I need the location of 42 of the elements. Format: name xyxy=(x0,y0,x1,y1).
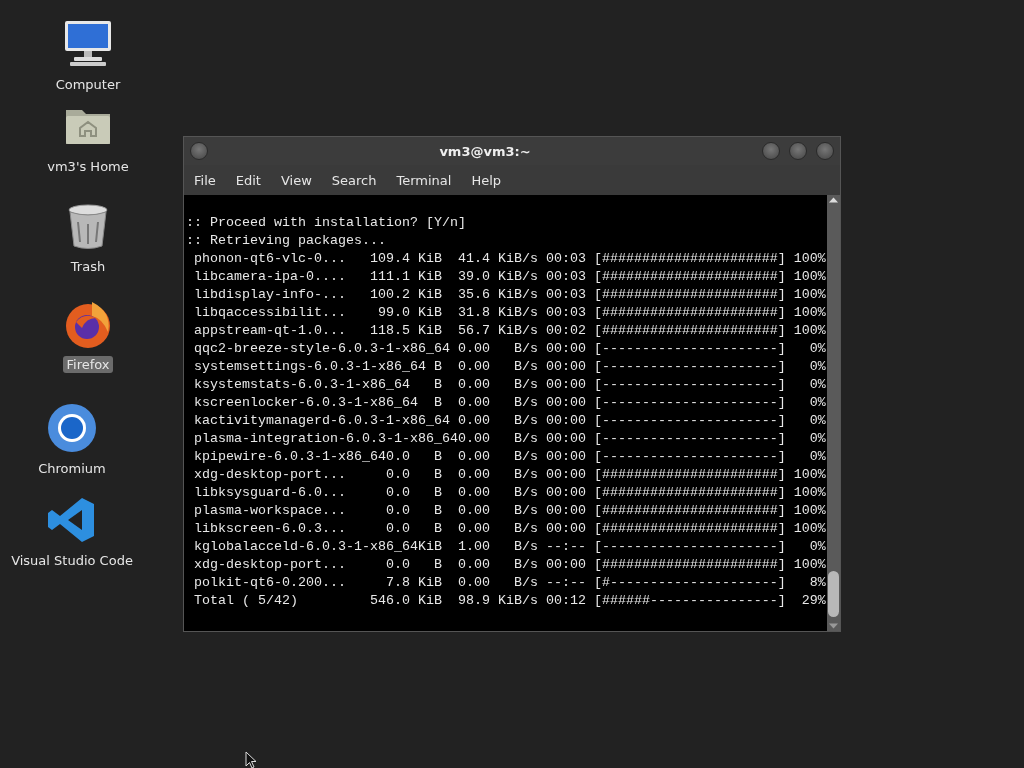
menu-item[interactable]: File xyxy=(186,172,224,188)
terminal-line: Total ( 5/42) 546.0 KiB 98.9 KiB/s 00:12 [######----------------] 29% xyxy=(193,592,827,610)
maximize-button[interactable] xyxy=(789,142,807,160)
terminal-line: :: Retrieving packages... xyxy=(186,232,387,250)
window-menu-button[interactable] xyxy=(190,142,208,160)
minimize-button[interactable] xyxy=(762,142,780,160)
window-title: vm3@vm3:~ xyxy=(438,143,532,159)
terminal-line: kglobalacceld-6.0.3-1-x86_64KiB 1.00 B/s --:-- [----------------------] 0% xyxy=(193,538,827,556)
icon-label[interactable]: Computer xyxy=(52,76,124,93)
icon-label[interactable]: Visual Studio Code xyxy=(8,552,136,569)
icon-label[interactable]: Trash xyxy=(67,258,109,275)
terminal-line: ksystemstats-6.0.3-1-x86_64 B 0.00 B/s 00:00 [----------------------] 0% xyxy=(193,376,827,394)
icon-label[interactable]: Firefox xyxy=(63,356,113,373)
menu-item[interactable]: Search xyxy=(323,172,385,188)
terminal-line: libdisplay-info-... 100.2 KiB 35.6 KiB/s 00:03 [######################] 100% xyxy=(193,286,827,304)
terminal-line: appstream-qt-1.0... 118.5 KiB 56.7 KiB/s 00:02 [######################] 100% xyxy=(193,322,827,340)
mouse-pointer-icon xyxy=(245,751,257,768)
terminal-line: plasma-integration-6.0.3-1-x86_640.00 B/s 00:00 [----------------------] 0% xyxy=(193,430,827,448)
terminal-line: xdg-desktop-port... 0.0 B 0.00 B/s 00:00 [######################] 100% xyxy=(193,466,827,484)
menu-item[interactable]: View xyxy=(272,172,320,188)
terminal-line: kpipewire-6.0.3-1-x86_640.0 B 0.00 B/s 00:00 [----------------------] 0% xyxy=(193,448,827,466)
scrollbar[interactable] xyxy=(827,195,840,631)
menu-item[interactable]: Edit xyxy=(227,172,269,188)
terminal-line: libksysguard-6.0... 0.0 B 0.00 B/s 00:00 [######################] 100% xyxy=(193,484,827,502)
terminal-line: qqc2-breeze-style-6.0.3-1-x86_64 0.00 B/s 00:00 [----------------------] 0% xyxy=(193,340,827,358)
terminal-line: libkscreen-6.0.3... 0.0 B 0.00 B/s 00:00 [######################] 100% xyxy=(193,520,827,538)
terminal-line: :: Proceed with installation? [Y/n] xyxy=(186,214,467,232)
menu-item[interactable]: Help xyxy=(463,172,510,188)
terminal-line: systemsettings-6.0.3-1-x86_64 B 0.00 B/s 00:00 [----------------------] 0% xyxy=(193,358,827,376)
terminal-line: libqaccessibilit... 99.0 KiB 31.8 KiB/s 00:03 [######################] 100% xyxy=(193,304,827,322)
terminal-line: kactivitymanagerd-6.0.3-1-x86_64 0.00 B/s 00:00 [----------------------] 0% xyxy=(193,412,827,430)
icon-label[interactable]: Chromium xyxy=(35,460,109,477)
terminal-line: xdg-desktop-port... 0.0 B 0.00 B/s 00:00 [######################] 100% xyxy=(193,556,827,574)
chromium-icon[interactable] xyxy=(46,402,98,454)
terminal-line: libcamera-ipa-0.... 111.1 KiB 39.0 KiB/s 00:03 [######################] 100% xyxy=(193,268,827,286)
terminal-line: plasma-workspace... 0.0 B 0.00 B/s 00:00 [######################] 100% xyxy=(193,502,827,520)
terminal-line: polkit-qt6-0.200... 7.8 KiB 0.00 B/s --:-- [#---------------------] 8% xyxy=(193,574,827,592)
close-button[interactable] xyxy=(816,142,834,160)
menu-item[interactable]: Terminal xyxy=(388,172,460,188)
icon-label[interactable]: vm3's Home xyxy=(44,158,132,175)
terminal-line: kscreenlocker-6.0.3-1-x86_64 B 0.00 B/s 00:00 [----------------------] 0% xyxy=(193,394,827,412)
terminal-line: phonon-qt6-vlc-0... 109.4 KiB 41.4 KiB/s 00:03 [######################] 100% xyxy=(193,250,827,268)
